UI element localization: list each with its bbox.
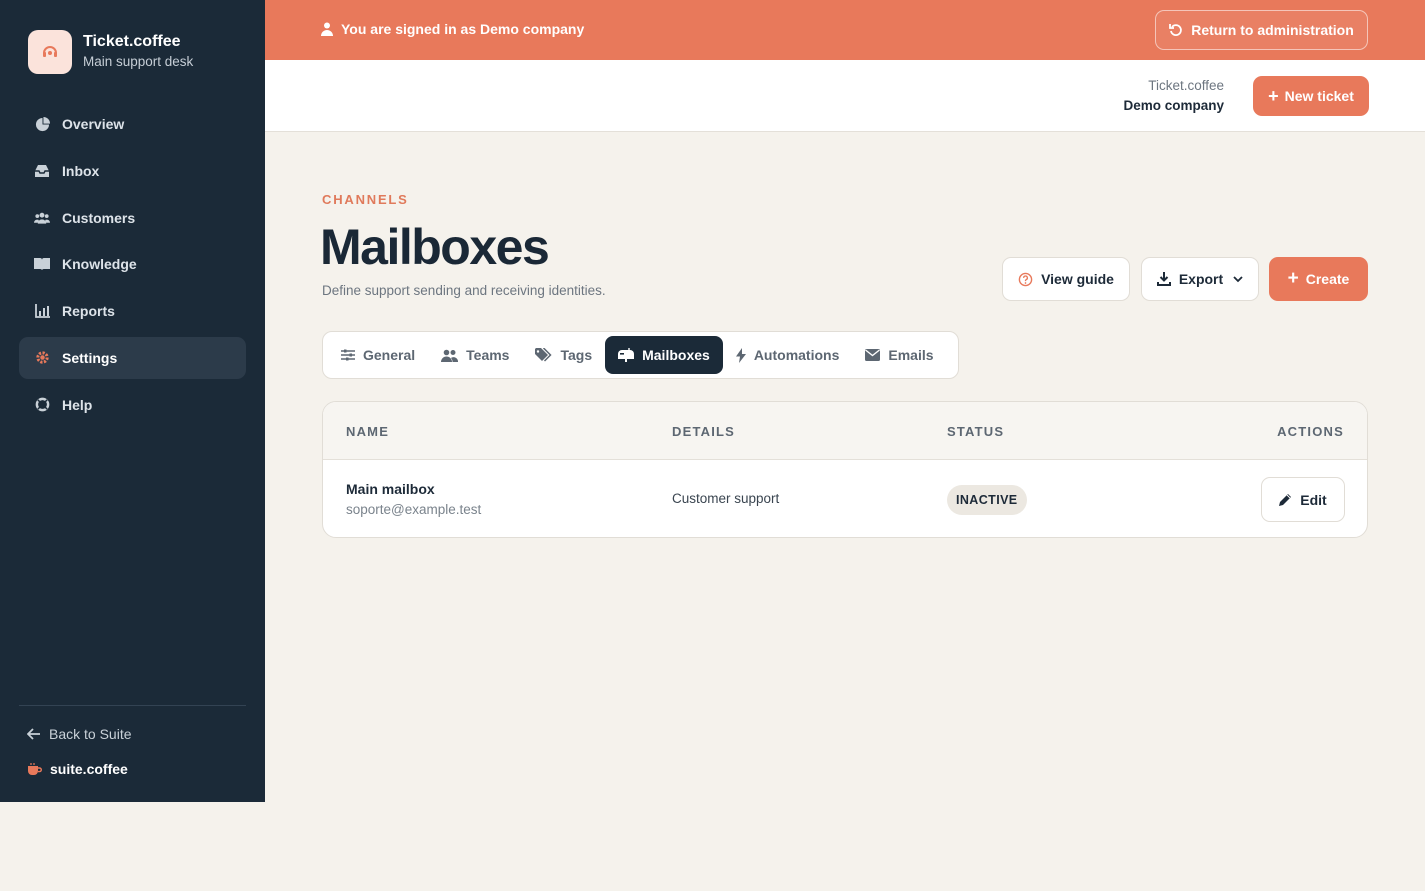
- account-company: Demo company: [1123, 98, 1224, 113]
- tab-label: Mailboxes: [642, 347, 710, 363]
- return-to-administration-button[interactable]: Return to administration: [1155, 10, 1368, 50]
- sidebar-item-label: Overview: [62, 116, 125, 132]
- export-label: Export: [1178, 271, 1224, 287]
- brand-subtitle: Main support desk: [83, 54, 194, 69]
- view-guide-label: View guide: [1041, 271, 1114, 287]
- mailbox-icon: [618, 348, 635, 362]
- create-button[interactable]: + Create: [1269, 257, 1368, 301]
- sidebar-nav: Overview Inbox Customers Knowledge Repor…: [19, 103, 246, 431]
- impersonation-message: You are signed in as Demo company: [321, 21, 584, 37]
- table-row: Main mailbox soporte@example.test Custom…: [323, 461, 1367, 537]
- sliders-icon: [341, 349, 355, 361]
- mailbox-name-cell: Main mailbox soporte@example.test: [346, 479, 481, 521]
- sidebar-item-settings[interactable]: Settings: [19, 336, 246, 379]
- tab-label: Teams: [466, 347, 510, 363]
- chart-icon: [34, 303, 50, 319]
- pie-chart-icon: [34, 116, 50, 132]
- brand[interactable]: Ticket.coffee Main support desk: [28, 30, 193, 74]
- sidebar-divider: [19, 705, 246, 706]
- sidebar-item-reports[interactable]: Reports: [19, 290, 246, 332]
- back-to-suite-link[interactable]: Back to Suite: [27, 726, 132, 742]
- sidebar-item-label: Settings: [62, 349, 118, 366]
- brand-name: Ticket.coffee: [83, 33, 181, 50]
- tags-icon: [535, 348, 553, 362]
- return-label: Return to administration: [1191, 22, 1354, 38]
- account-app-name: Ticket.coffee: [1148, 78, 1224, 93]
- back-to-suite-label: Back to Suite: [49, 726, 132, 742]
- top-header: Ticket.coffee Demo company + New ticket: [265, 60, 1425, 132]
- tab-label: Emails: [888, 347, 934, 363]
- suite-name: suite.coffee: [50, 761, 128, 777]
- page-description: Define support sending and receiving ide…: [322, 283, 606, 298]
- export-dropdown-button[interactable]: Export: [1141, 257, 1259, 301]
- new-ticket-label: New ticket: [1284, 88, 1354, 104]
- tab-automations[interactable]: Automations: [723, 336, 853, 374]
- sidebar-item-inbox[interactable]: Inbox: [19, 150, 246, 192]
- account-info: Ticket.coffee Demo company: [1123, 76, 1224, 116]
- sidebar-item-overview[interactable]: Overview: [19, 103, 246, 145]
- tab-mailboxes[interactable]: Mailboxes: [605, 336, 723, 374]
- settings-tabs: General Teams Tags Mailboxes Automations…: [322, 331, 959, 379]
- sidebar-item-knowledge[interactable]: Knowledge: [19, 243, 246, 285]
- users-icon: [34, 210, 50, 226]
- create-label: Create: [1305, 271, 1350, 287]
- column-header-details: DETAILS: [672, 424, 736, 439]
- sidebar-item-label: Reports: [62, 303, 115, 320]
- edit-mailbox-button[interactable]: Edit: [1261, 477, 1345, 522]
- impersonation-banner: You are signed in as Demo company Return…: [265, 0, 1425, 60]
- tab-emails[interactable]: Emails: [852, 336, 946, 374]
- banner-text: You are signed in as Demo company: [341, 21, 585, 37]
- sidebar-item-label: Help: [62, 396, 93, 413]
- edit-label: Edit: [1300, 491, 1327, 508]
- tab-label: Automations: [753, 347, 840, 363]
- undo-icon: [1169, 23, 1183, 37]
- sidebar-item-label: Customers: [62, 209, 136, 226]
- tab-teams[interactable]: Teams: [428, 336, 522, 374]
- new-ticket-button[interactable]: + New ticket: [1253, 76, 1369, 116]
- page-title: Mailboxes: [320, 219, 550, 275]
- view-guide-button[interactable]: View guide: [1002, 257, 1130, 301]
- coffee-cup-icon: [27, 762, 42, 776]
- column-header-actions: ACTIONS: [1277, 424, 1344, 439]
- gear-icon: [34, 350, 50, 366]
- sidebar-item-label: Knowledge: [62, 256, 137, 273]
- mailbox-details: Customer support: [672, 491, 780, 506]
- envelope-icon: [865, 349, 881, 361]
- headset-icon: [28, 30, 72, 74]
- book-icon: [34, 256, 50, 272]
- chevron-down-icon: [1233, 275, 1243, 283]
- status-badge: INACTIVE: [947, 485, 1027, 515]
- tab-label: General: [363, 347, 416, 363]
- plus-icon: +: [1268, 85, 1279, 106]
- sidebar-item-label: Inbox: [62, 162, 100, 179]
- team-icon: [441, 349, 459, 362]
- sidebar: Ticket.coffee Main support desk Overview…: [0, 0, 265, 802]
- bolt-icon: [735, 347, 746, 363]
- plus-icon: +: [1287, 268, 1299, 289]
- user-icon: [321, 22, 333, 36]
- lifebuoy-icon: [34, 397, 50, 413]
- tab-label: Tags: [560, 347, 593, 363]
- column-header-status: STATUS: [947, 424, 1005, 439]
- table-header: NAME DETAILS STATUS ACTIONS: [323, 402, 1367, 460]
- inbox-icon: [34, 163, 50, 179]
- suite-brand[interactable]: suite.coffee: [27, 761, 128, 777]
- tab-general[interactable]: General: [328, 336, 428, 374]
- sidebar-item-customers[interactable]: Customers: [19, 197, 246, 239]
- mailbox-name: Main mailbox: [346, 481, 435, 497]
- mailboxes-table: NAME DETAILS STATUS ACTIONS Main mailbox…: [322, 401, 1368, 538]
- download-icon: [1156, 272, 1171, 286]
- tab-tags[interactable]: Tags: [522, 336, 605, 374]
- sidebar-item-help[interactable]: Help: [19, 384, 246, 426]
- arrow-left-icon: [27, 728, 41, 740]
- question-circle-icon: [1018, 272, 1033, 287]
- column-header-name: NAME: [346, 424, 390, 439]
- pencil-icon: [1279, 493, 1292, 506]
- page-eyebrow: CHANNELS: [322, 192, 409, 207]
- mailbox-email: soporte@example.test: [346, 502, 482, 517]
